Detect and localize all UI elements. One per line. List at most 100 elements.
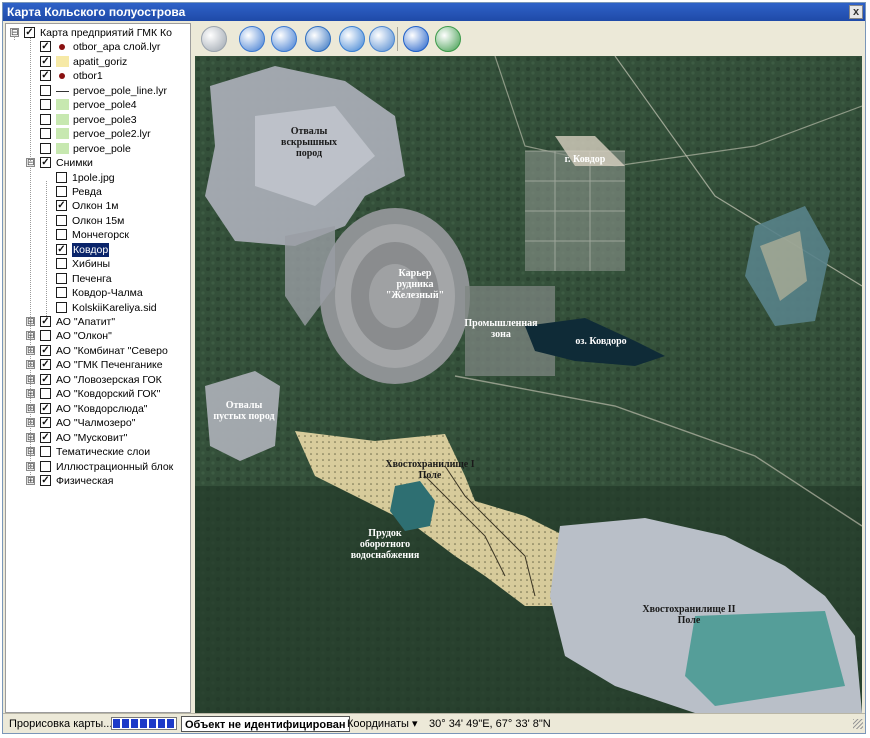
snapshot-item[interactable]: ✓ Ковдор (6, 242, 190, 257)
layer-checkbox[interactable] (56, 258, 67, 270)
layer-item[interactable]: pervoe_pole2.lyr (6, 127, 190, 141)
tree-group[interactable]: ⊞ АО "Ковдорский ГОК" (6, 387, 190, 401)
snapshot-item[interactable]: Ковдор-Чалма (6, 286, 190, 300)
map-view[interactable]: Отвалы вскрышных пород г. Ковдор Карьер … (195, 56, 862, 713)
layer-checkbox[interactable] (40, 388, 51, 400)
map-label-quarry: Карьер рудника "Железный" (385, 268, 445, 301)
layer-checkbox[interactable] (56, 272, 67, 284)
layer-label: Ревда (72, 185, 102, 198)
snapshot-item[interactable]: Олкон 15м (6, 214, 190, 228)
zoom-out-icon[interactable] (271, 26, 297, 52)
layer-label: АО "Ловозерская ГОК (56, 373, 162, 386)
tree-group[interactable]: ⊞ ✓ АО "Ковдорслюда" (6, 402, 190, 416)
snapshot-item[interactable]: Печенга (6, 272, 190, 286)
coordinates-label: Координаты (347, 718, 409, 730)
layer-item[interactable]: ✓ apatit_goriz (6, 55, 190, 69)
layer-checkbox[interactable]: ✓ (40, 431, 51, 443)
fill-symbol-icon (56, 113, 69, 125)
layer-checkbox[interactable]: ✓ (40, 157, 51, 169)
layer-checkbox[interactable]: ✓ (40, 344, 51, 356)
layer-label: Олкон 1м (72, 200, 119, 213)
snapshot-item[interactable]: Мончегорск (6, 228, 190, 242)
tree-group[interactable]: ⊞ Тематические слои (6, 445, 190, 459)
layer-item[interactable]: pervoe_pole_line.lyr (6, 84, 190, 98)
layer-checkbox[interactable] (56, 214, 67, 226)
layer-checkbox[interactable]: ✓ (56, 200, 67, 212)
find-icon[interactable] (369, 26, 395, 52)
tree-group[interactable]: ⊞ ✓ АО "Ловозерская ГОК (6, 373, 190, 387)
layer-checkbox[interactable]: ✓ (40, 373, 51, 385)
layer-item[interactable]: pervoe_pole3 (6, 113, 190, 127)
tree-group[interactable]: ⊞ ✓ АО "Апатит" (6, 315, 190, 329)
layer-item[interactable]: pervoe_pole4 (6, 98, 190, 112)
layer-checkbox[interactable] (40, 84, 51, 96)
layer-checkbox[interactable]: ✓ (40, 402, 51, 414)
layer-checkbox[interactable]: ✓ (40, 417, 51, 429)
progress-block (122, 719, 129, 728)
layer-checkbox[interactable]: ✓ (56, 243, 67, 255)
layer-label: Ковдор-Чалма (72, 287, 143, 300)
fill-symbol-icon (56, 142, 69, 154)
zoom-in-icon[interactable] (239, 26, 265, 52)
tree-group[interactable]: ⊞ АО "Олкон" (6, 329, 190, 343)
snapshot-item[interactable]: ✓ Олкон 1м (6, 199, 190, 213)
identify-icon[interactable] (403, 26, 429, 52)
layer-checkbox[interactable] (56, 287, 67, 299)
layer-label: Тематические слои (56, 446, 151, 459)
full-extent-icon[interactable] (305, 26, 331, 52)
close-button[interactable]: x (849, 5, 863, 19)
pan-icon[interactable] (201, 26, 227, 52)
line-symbol-icon (56, 90, 69, 92)
tree-group-snapshots[interactable]: ⊟ ✓ Снимки (6, 156, 190, 170)
layer-checkbox[interactable] (40, 446, 51, 458)
layer-checkbox[interactable]: ✓ (40, 41, 51, 53)
coordinates-dropdown[interactable]: Координаты ▾ (347, 716, 418, 732)
point-symbol-icon (59, 73, 65, 80)
coordinates-value: 30° 34' 49"E, 67° 33' 8"N (429, 718, 551, 730)
layer-label: 1pole.jpg (72, 171, 115, 184)
rendering-status: Прорисовка карты... (9, 718, 113, 730)
tree-group[interactable]: ⊞ ✓ Физическая (6, 474, 190, 488)
globe-icon[interactable] (339, 26, 365, 52)
layer-checkbox[interactable] (40, 330, 51, 342)
tree-group[interactable]: ⊞ ✓ АО "Мусковит" (6, 431, 190, 445)
tree-root[interactable]: ⊟ ✓ Карта предприятий ГМК Ко (6, 26, 190, 40)
layer-checkbox[interactable] (40, 128, 51, 140)
layer-checkbox[interactable] (56, 301, 67, 313)
layer-checkbox[interactable]: ✓ (40, 474, 51, 486)
layer-item[interactable]: ✓ otbor_apa слой.lyr (6, 40, 190, 54)
tree-group[interactable]: ⊞ Иллюстрационный блок (6, 460, 190, 474)
snapshot-item[interactable]: KolskiiKareliya.sid (6, 301, 190, 315)
layer-item[interactable]: ✓ otbor1 (6, 69, 190, 83)
resize-grip[interactable] (853, 719, 863, 729)
layer-label: Хибины (72, 258, 111, 271)
layer-label: KolskiiKareliya.sid (72, 301, 157, 314)
refresh-icon[interactable] (435, 26, 461, 52)
layer-checkbox[interactable]: ✓ (40, 70, 51, 82)
map-label-overburden: Отвалы вскрышных пород (280, 126, 338, 159)
layer-item[interactable]: pervoe_pole (6, 142, 190, 156)
layer-checkbox[interactable] (56, 229, 67, 241)
tree-group[interactable]: ⊞ ✓ АО "ГМК Печенганике (6, 358, 190, 372)
snapshot-item[interactable]: 1pole.jpg (6, 171, 190, 185)
tree-group[interactable]: ⊞ ✓ АО "Чалмозеро" (6, 416, 190, 430)
layer-label: otbor1 (73, 70, 103, 83)
rendering-progress (111, 717, 177, 730)
tree-group[interactable]: ⊞ ✓ АО "Комбинат "Северо (6, 344, 190, 358)
layer-checkbox[interactable] (40, 142, 51, 154)
layer-checkbox[interactable] (56, 171, 67, 183)
progress-block (158, 719, 165, 728)
layer-checkbox[interactable] (40, 99, 51, 111)
layer-tree[interactable]: ⊟ ✓ Карта предприятий ГМК Ко ✓ otbor_apa сло… (5, 23, 191, 713)
layer-checkbox[interactable] (56, 185, 67, 197)
layer-label: Ковдор (72, 242, 110, 257)
layer-checkbox[interactable]: ✓ (24, 27, 35, 38)
layer-checkbox[interactable]: ✓ (40, 55, 51, 67)
snapshot-item[interactable]: Ревда (6, 185, 190, 199)
snapshot-item[interactable]: Хибины (6, 257, 190, 271)
layer-label: pervoe_pole2.lyr (73, 128, 151, 141)
tree-connector (46, 180, 47, 318)
layer-checkbox[interactable] (40, 113, 51, 125)
layer-checkbox[interactable] (40, 460, 51, 472)
layer-checkbox[interactable]: ✓ (40, 359, 51, 371)
